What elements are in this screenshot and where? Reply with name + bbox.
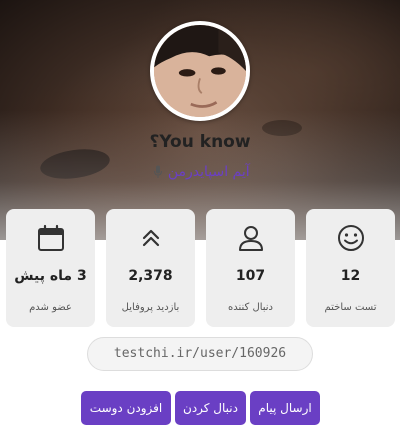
profile-stats: 12 تست ساختم 107 دنبال کننده 2,378 بازدی… xyxy=(5,209,395,327)
profile-username: ؟You know xyxy=(149,132,251,152)
stat-card-tests: 12 تست ساختم xyxy=(306,209,395,327)
stat-label: تست ساختم xyxy=(324,302,377,313)
stat-label: بازدید پروفایل xyxy=(121,302,180,313)
follow-button[interactable]: دنبال کردن xyxy=(175,391,246,425)
stat-card-member-since: 3 ماه پیش عضو شدم xyxy=(6,209,95,327)
stat-value: 107 xyxy=(235,268,266,284)
calendar-icon xyxy=(6,223,95,253)
profile-role: آیم اسپایدرمن xyxy=(0,164,400,180)
profile-link[interactable]: testchi.ir/user/160926 xyxy=(87,337,313,371)
avatar-photo xyxy=(154,25,246,117)
stat-value: 12 xyxy=(340,268,361,284)
add-friend-button[interactable]: افزودن دوست xyxy=(81,391,171,425)
smiley-icon xyxy=(306,223,395,253)
stat-label: عضو شدم xyxy=(29,302,72,313)
stat-card-followers[interactable]: 107 دنبال کننده xyxy=(206,209,295,327)
avatar[interactable] xyxy=(150,21,250,121)
stat-value: 3 ماه پیش xyxy=(14,268,87,284)
stat-card-profile-views: 2,378 بازدید پروفایل xyxy=(106,209,195,327)
stat-value: 2,378 xyxy=(128,268,173,284)
send-message-button[interactable]: ارسال پیام xyxy=(250,391,320,425)
double-chevron-up-icon xyxy=(106,223,195,253)
user-icon xyxy=(206,223,295,253)
microphone-icon xyxy=(153,165,163,179)
stat-label: دنبال کننده xyxy=(227,302,274,313)
role-label: آیم اسپایدرمن xyxy=(167,164,250,180)
